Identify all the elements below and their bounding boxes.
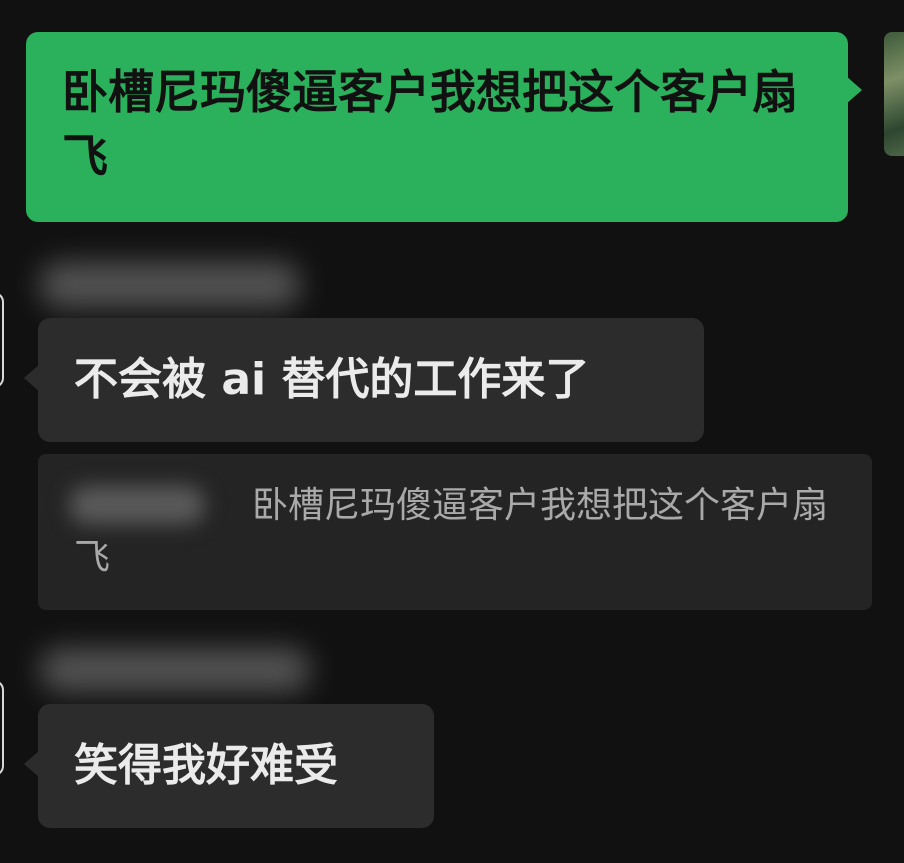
quoted-message[interactable]: 卧槽尼玛傻逼客户我想把这个客户扇飞 (38, 454, 872, 610)
sender-name-blurred (40, 262, 300, 308)
outgoing-message-bubble[interactable]: 卧槽尼玛傻逼客户我想把这个客户扇飞 (26, 32, 848, 222)
incoming-message-text: 笑得我好难受 (74, 740, 338, 791)
incoming-message-text: 不会被 ai 替代的工作来了 (74, 354, 590, 405)
sender-avatar[interactable] (0, 680, 4, 776)
sender-avatar[interactable] (0, 292, 4, 388)
incoming-message-bubble[interactable]: 不会被 ai 替代的工作来了 (38, 318, 704, 442)
incoming-message-bubble[interactable]: 笑得我好难受 (38, 704, 434, 828)
outgoing-message-text: 卧槽尼玛傻逼客户我想把这个客户扇飞 (62, 65, 798, 183)
self-avatar[interactable] (884, 32, 904, 156)
outgoing-bubble-tail (846, 76, 862, 104)
quoted-sender-name-blurred (70, 486, 204, 524)
sender-name-blurred (40, 648, 310, 692)
